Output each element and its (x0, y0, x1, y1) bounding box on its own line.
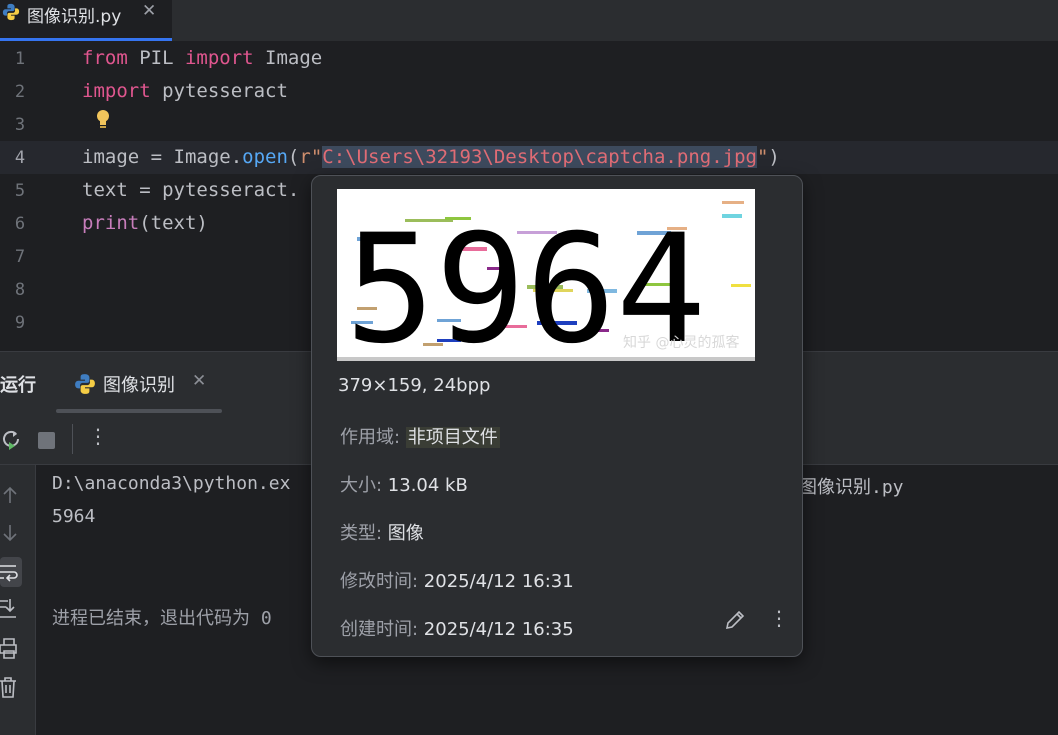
code-line-5[interactable]: text = pytesseract. (82, 179, 299, 201)
line-number: 5 (14, 181, 26, 201)
line-number: 6 (14, 214, 26, 234)
line-number: 4 (14, 148, 26, 168)
modified-value: 2025/4/12 16:31 (423, 571, 574, 592)
arrow-down-icon[interactable] (0, 521, 24, 545)
tab-label: 图像识别.py (27, 7, 122, 27)
console-command-end: 图像识别.py (799, 477, 904, 498)
type-value: 图像 (387, 523, 424, 544)
print-icon[interactable] (0, 637, 24, 661)
scope-row: 作用域: 非项目文件 (340, 423, 500, 449)
line-number: 1 (14, 49, 26, 69)
close-icon[interactable]: ✕ (192, 371, 206, 391)
run-panel-title: 运行 (0, 375, 36, 396)
run-side-toolbar (0, 465, 36, 735)
code-line-1[interactable]: from PIL import Image (82, 47, 322, 69)
more-icon[interactable]: ⋮ (769, 606, 789, 630)
scope-value: 非项目文件 (405, 427, 500, 448)
line-number: 9 (14, 313, 26, 333)
bulb-icon[interactable] (94, 108, 112, 132)
code-text: image = Image. (82, 146, 243, 168)
preview-watermark: 知乎 @心灵的孤客 (623, 334, 739, 351)
keyword: import (82, 80, 151, 102)
tab-file[interactable]: 图像识别.py ✕ (0, 0, 172, 41)
trash-icon[interactable] (0, 676, 24, 700)
created-value: 2025/4/12 16:35 (423, 619, 574, 640)
identifier: Image (253, 47, 323, 69)
identifier: pytesseract (150, 80, 288, 102)
scope-label: 作用域: (340, 427, 406, 448)
created-label: 创建时间: (340, 619, 424, 640)
line-gutter: 1 2 3 4 5 6 7 8 9 (0, 42, 78, 350)
run-tab-label[interactable]: 图像识别 (103, 371, 175, 397)
soft-wrap-icon[interactable] (0, 560, 24, 584)
python-icon (2, 3, 20, 21)
module-name: PIL (127, 47, 185, 69)
type-label: 类型: (340, 523, 388, 544)
pencil-icon[interactable] (724, 609, 746, 631)
line-number: 3 (14, 115, 26, 135)
function-name: open (242, 146, 288, 168)
string-prefix: r" (299, 146, 323, 168)
size-value: 13.04 kB (387, 475, 468, 496)
keyword: from (82, 47, 128, 69)
line-number: 2 (14, 82, 26, 102)
created-row: 创建时间: 2025/4/12 16:35 (340, 615, 574, 641)
line-number: 8 (14, 280, 26, 300)
active-run-tab-indicator (56, 409, 222, 413)
console-output: 5964 (52, 506, 96, 527)
active-tab-indicator (0, 38, 172, 41)
file-path-string[interactable]: C:\Users\32193\Desktop\captcha.png.jpg (322, 146, 757, 168)
string-quote: " (756, 146, 769, 168)
modified-row: 修改时间: 2025/4/12 16:31 (340, 567, 574, 593)
keyword: import (184, 47, 254, 69)
size-row: 大小: 13.04 kB (340, 471, 468, 497)
arrow-up-icon[interactable] (0, 483, 24, 507)
builtin-function: print (82, 212, 140, 234)
code-text: ( (287, 146, 300, 168)
scroll-end-icon[interactable] (0, 597, 24, 621)
image-info-popup: 5964 知乎 @心灵的孤客 379×159, 24bpp 作用域: 非项目文件… (311, 175, 803, 657)
stop-icon[interactable] (38, 432, 55, 449)
editor-tab-bar: 图像识别.py ✕ (0, 0, 1058, 42)
more-icon[interactable]: ⋮ (88, 424, 108, 448)
rerun-icon[interactable] (0, 428, 22, 450)
python-icon (75, 374, 95, 394)
code-text: (text) (139, 212, 208, 234)
image-preview: 5964 知乎 @心灵的孤客 (337, 189, 755, 361)
image-dimensions: 379×159, 24bpp (338, 375, 491, 396)
line-number: 7 (14, 247, 26, 267)
close-icon[interactable]: ✕ (142, 1, 156, 21)
console-exit-message: 进程已结束，退出代码为 0 (52, 608, 272, 629)
toolbar-separator (72, 424, 73, 454)
size-label: 大小: (340, 475, 388, 496)
code-line-4[interactable]: image = Image.open(r"C:\Users\32193\Desk… (82, 146, 780, 168)
console-command-start: D:\anaconda3\python.ex (52, 473, 291, 494)
type-row: 类型: 图像 (340, 519, 424, 545)
code-text: ) (768, 146, 780, 168)
code-text: text = pytesseract. (82, 179, 300, 201)
code-line-6[interactable]: print(text) (82, 212, 208, 234)
modified-label: 修改时间: (340, 571, 424, 592)
code-line-2[interactable]: import pytesseract (82, 80, 288, 102)
